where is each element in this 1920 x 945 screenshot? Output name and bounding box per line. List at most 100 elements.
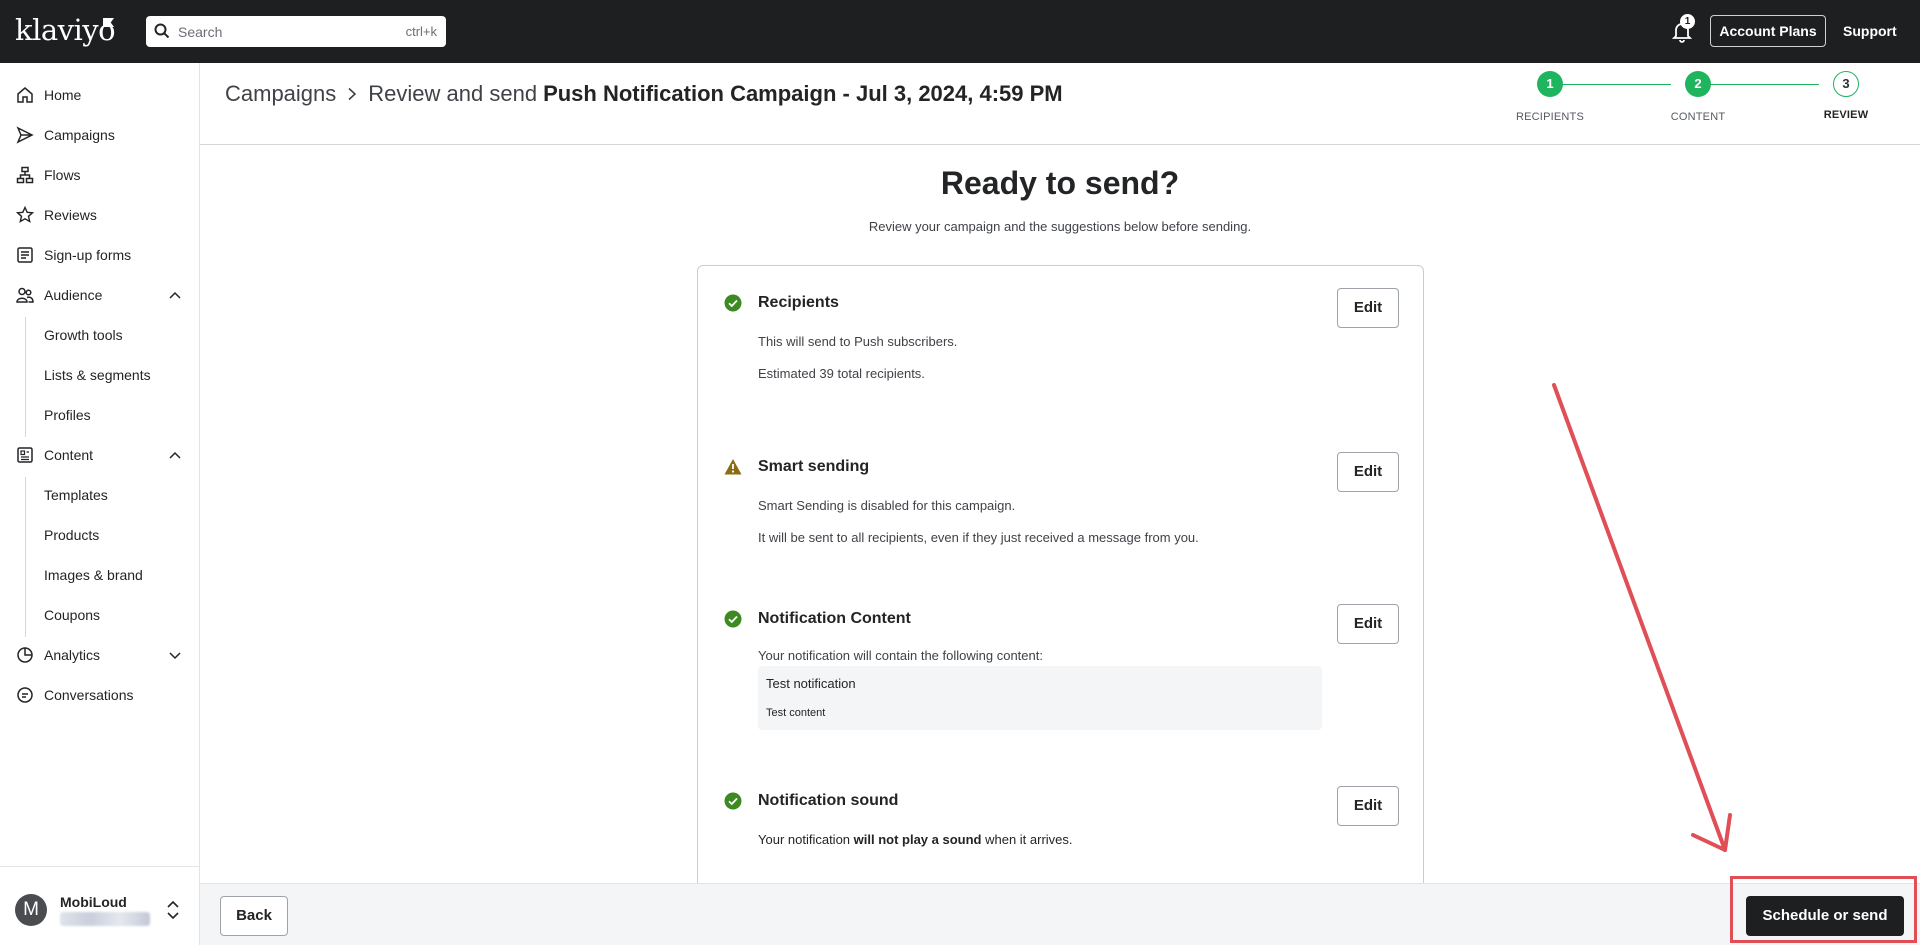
step-connector: [1550, 84, 1671, 85]
chevron-up-icon[interactable]: [168, 448, 182, 462]
chevron-up-icon[interactable]: [168, 288, 182, 302]
sidebar-item-label: Content: [44, 447, 94, 463]
warning-icon: [724, 459, 742, 475]
sidebar-item-content[interactable]: Content: [0, 437, 199, 473]
sidebar-item-audience[interactable]: Audience: [0, 277, 199, 313]
sidebar-item-label: Home: [44, 87, 82, 103]
sidebar-item-label: Campaigns: [44, 127, 115, 143]
step-1-label: RECIPIENTS: [1515, 111, 1584, 123]
edit-content-button[interactable]: Edit: [1337, 604, 1399, 644]
sidebar-item-label: Templates: [44, 487, 108, 503]
step-1-circle[interactable]: 1: [1537, 71, 1563, 97]
audience-icon: [16, 287, 34, 303]
account-name: MobiLoud: [60, 894, 127, 910]
breadcrumb-current: Review and send: [368, 81, 538, 106]
section-text: Your notification will contain the follo…: [758, 648, 1043, 663]
star-icon: [16, 206, 34, 223]
sidebar-item-campaigns[interactable]: Campaigns: [0, 117, 199, 153]
check-circle-icon: [724, 792, 742, 810]
back-button[interactable]: Back: [220, 896, 288, 936]
chevron-updown-icon[interactable]: [165, 899, 181, 921]
chevron-right-icon: [348, 87, 357, 101]
sound-text-pre: Your notification: [758, 832, 854, 847]
flows-icon: [16, 166, 34, 184]
sidebar-item-products[interactable]: Products: [0, 517, 199, 553]
preview-body: Test content: [766, 707, 826, 719]
sidebar-item-images-brand[interactable]: Images & brand: [0, 557, 199, 593]
sidebar-item-templates[interactable]: Templates: [0, 477, 199, 513]
sidebar-item-label: Lists & segments: [44, 367, 151, 383]
edit-smart-sending-button[interactable]: Edit: [1337, 452, 1399, 492]
sidebar-item-label: Conversations: [44, 687, 134, 703]
redacted-email: [60, 912, 150, 926]
sidebar-item-label: Reviews: [44, 207, 97, 223]
section-title: Recipients: [758, 294, 839, 311]
sound-text-post: when it arrives.: [981, 832, 1073, 847]
sidebar-item-conversations[interactable]: Conversations: [0, 677, 199, 713]
breadcrumb: Campaigns Review and send Push Notificat…: [225, 81, 1063, 107]
check-circle-icon: [724, 610, 742, 628]
sound-text-bold: will not play a sound: [853, 832, 982, 847]
page-header: Campaigns Review and send Push Notificat…: [200, 63, 1920, 145]
search-shortcut: ctrl+k: [405, 24, 437, 39]
sidebar-item-flows[interactable]: Flows: [0, 157, 199, 193]
sidebar-item-label: Audience: [44, 287, 103, 303]
sidebar-item-label: Profiles: [44, 407, 91, 423]
breadcrumb-campaigns[interactable]: Campaigns: [225, 81, 336, 107]
section-text: This will send to Push subscribers.: [758, 334, 958, 349]
sidebar-item-label: Sign-up forms: [44, 247, 132, 263]
sidebar-item-growth-tools[interactable]: Growth tools: [0, 317, 199, 353]
notification-badge: 1: [1680, 14, 1695, 29]
step-2-circle[interactable]: 2: [1685, 71, 1711, 97]
preview-title: Test notification: [766, 676, 856, 691]
sidebar-item-signup-forms[interactable]: Sign-up forms: [0, 237, 199, 273]
search-placeholder: Search: [178, 24, 223, 40]
account-switcher[interactable]: M MobiLoud: [0, 866, 199, 945]
sidebar-item-profiles[interactable]: Profiles: [0, 397, 199, 433]
avatar: M: [15, 894, 47, 926]
sidebar-item-coupons[interactable]: Coupons: [0, 597, 199, 633]
section-title: Notification Content: [758, 610, 911, 627]
annotation-highlight-box: [1730, 876, 1917, 943]
page-subtitle: Review your campaign and the suggestions…: [868, 219, 1252, 234]
account-plans-button[interactable]: Account Plans: [1710, 15, 1826, 47]
section-text: It will be sent to all recipients, even …: [758, 530, 1199, 545]
edit-sound-button[interactable]: Edit: [1337, 786, 1399, 826]
sidebar-item-label: Images & brand: [44, 567, 143, 583]
support-link[interactable]: Support: [1843, 23, 1897, 39]
sidebar-item-label: Analytics: [44, 647, 101, 663]
section-title: Notification sound: [758, 792, 899, 809]
top-bar: klaviyo Search ctrl+k 1 Account Plans Su…: [0, 0, 1920, 63]
section-title: Smart sending: [758, 458, 870, 475]
klaviyo-logo[interactable]: klaviyo: [15, 13, 116, 47]
content-icon: [17, 447, 33, 463]
sidebar-item-label: Coupons: [44, 607, 101, 623]
footer-bar: Back Schedule or send: [200, 883, 1920, 945]
sidebar-item-home[interactable]: Home: [0, 77, 199, 113]
search-icon: [154, 23, 170, 39]
sidebar-item-reviews[interactable]: Reviews: [0, 197, 199, 233]
sidebar-item-label: Products: [44, 527, 100, 543]
sidebar: Home Campaigns Flows Reviews Sign-up for…: [0, 63, 200, 945]
notification-preview: Test notification Test content: [758, 666, 1322, 730]
home-icon: [17, 87, 33, 103]
edit-recipients-button[interactable]: Edit: [1337, 288, 1399, 328]
send-icon: [16, 126, 34, 144]
progress-stepper: 1 2 3 RECIPIENTS CONTENT REVIEW: [1510, 71, 1890, 141]
section-text: Smart Sending is disabled for this campa…: [758, 498, 1016, 513]
section-text: Your notification will not play a sound …: [758, 832, 1073, 847]
form-icon: [17, 247, 33, 263]
review-card: Recipients This will send to Push subscr…: [697, 265, 1424, 883]
sidebar-item-label: Flows: [44, 167, 81, 183]
step-3-circle[interactable]: 3: [1833, 71, 1859, 97]
sidebar-item-analytics[interactable]: Analytics: [0, 637, 199, 673]
chevron-down-icon[interactable]: [168, 648, 182, 662]
annotation-arrow: [1552, 383, 1732, 852]
check-circle-icon: [724, 294, 742, 312]
search-input[interactable]: Search ctrl+k: [146, 16, 446, 47]
pie-chart-icon: [17, 647, 33, 663]
sidebar-item-lists-segments[interactable]: Lists & segments: [0, 357, 199, 393]
section-text: Estimated 39 total recipients.: [758, 366, 925, 381]
step-3-label: REVIEW: [1823, 109, 1869, 121]
sidebar-item-label: Growth tools: [44, 327, 123, 343]
